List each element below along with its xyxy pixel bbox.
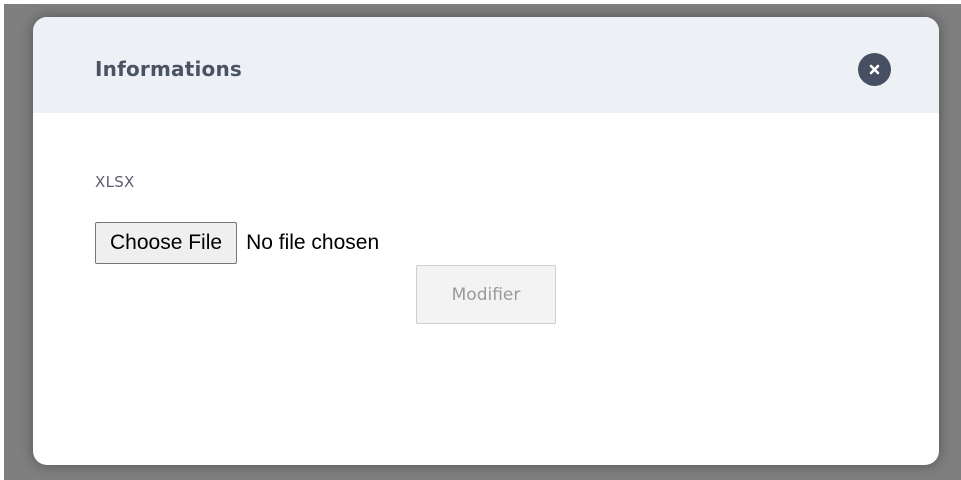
informations-modal: Informations XLSX Choose File No file ch…: [33, 17, 939, 465]
modal-title: Informations: [95, 57, 243, 81]
choose-file-button[interactable]: Choose File: [95, 222, 238, 264]
xlsx-file-input[interactable]: Choose File No file chosen: [95, 222, 379, 264]
modifier-button[interactable]: Modifier: [416, 265, 556, 324]
close-icon: [869, 64, 880, 75]
xlsx-field-label: XLSX: [95, 173, 135, 191]
modal-header: Informations: [33, 17, 939, 113]
file-status-text: No file chosen: [246, 231, 380, 254]
close-button[interactable]: [858, 53, 891, 86]
